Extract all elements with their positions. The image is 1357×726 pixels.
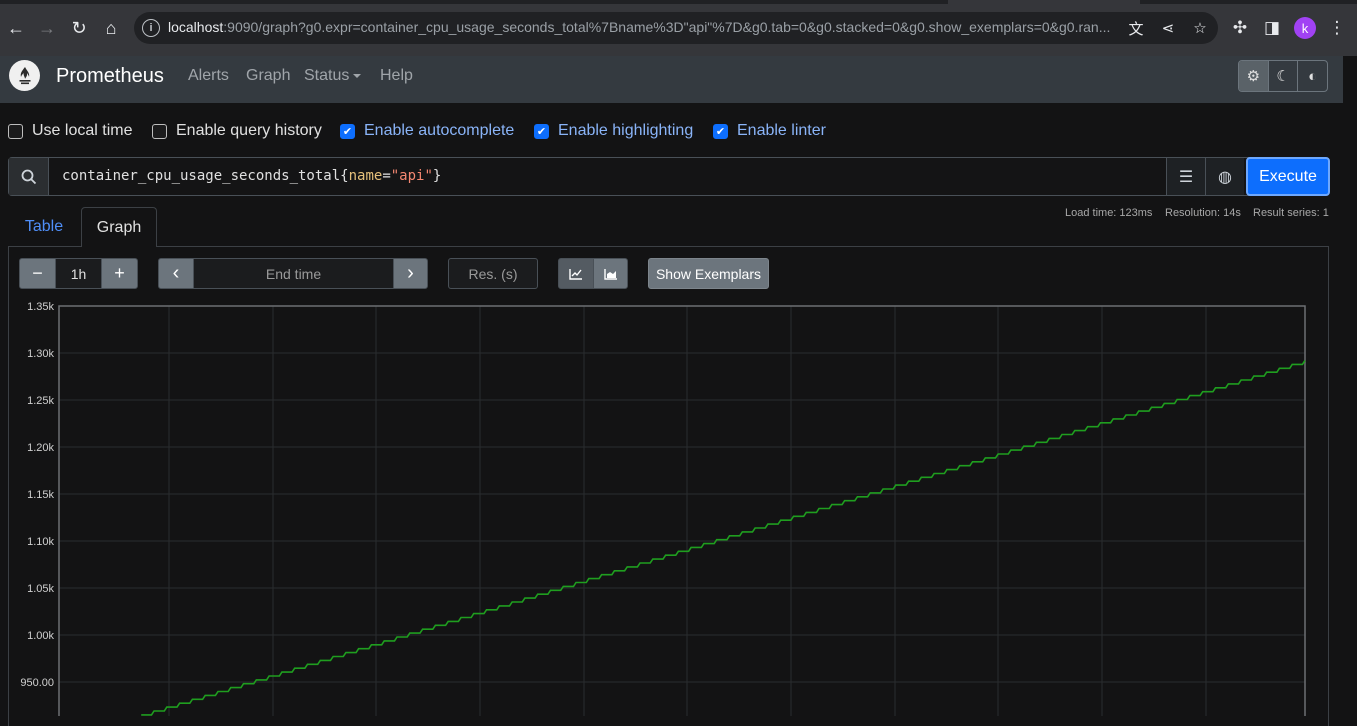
y-tick-label: 1.20k [27, 442, 54, 454]
plot-frame [58, 305, 1306, 716]
y-tick-label: 1.00k [27, 630, 54, 642]
time-series-chart[interactable]: 1.35k 1.30k 1.25k 1.20k 1.15k 1.10k 1.05k 1.00k… [0, 0, 1357, 716]
y-tick-label: 1.35k [27, 301, 54, 313]
y-tick-label: 1.05k [27, 583, 54, 595]
y-tick-label: 1.25k [27, 395, 54, 407]
y-tick-label: 950.00 [20, 677, 54, 689]
y-tick-label: 1.10k [27, 536, 54, 548]
y-tick-label: 1.15k [27, 489, 54, 501]
series-line [141, 360, 1306, 716]
y-tick-label: 1.30k [27, 348, 54, 360]
